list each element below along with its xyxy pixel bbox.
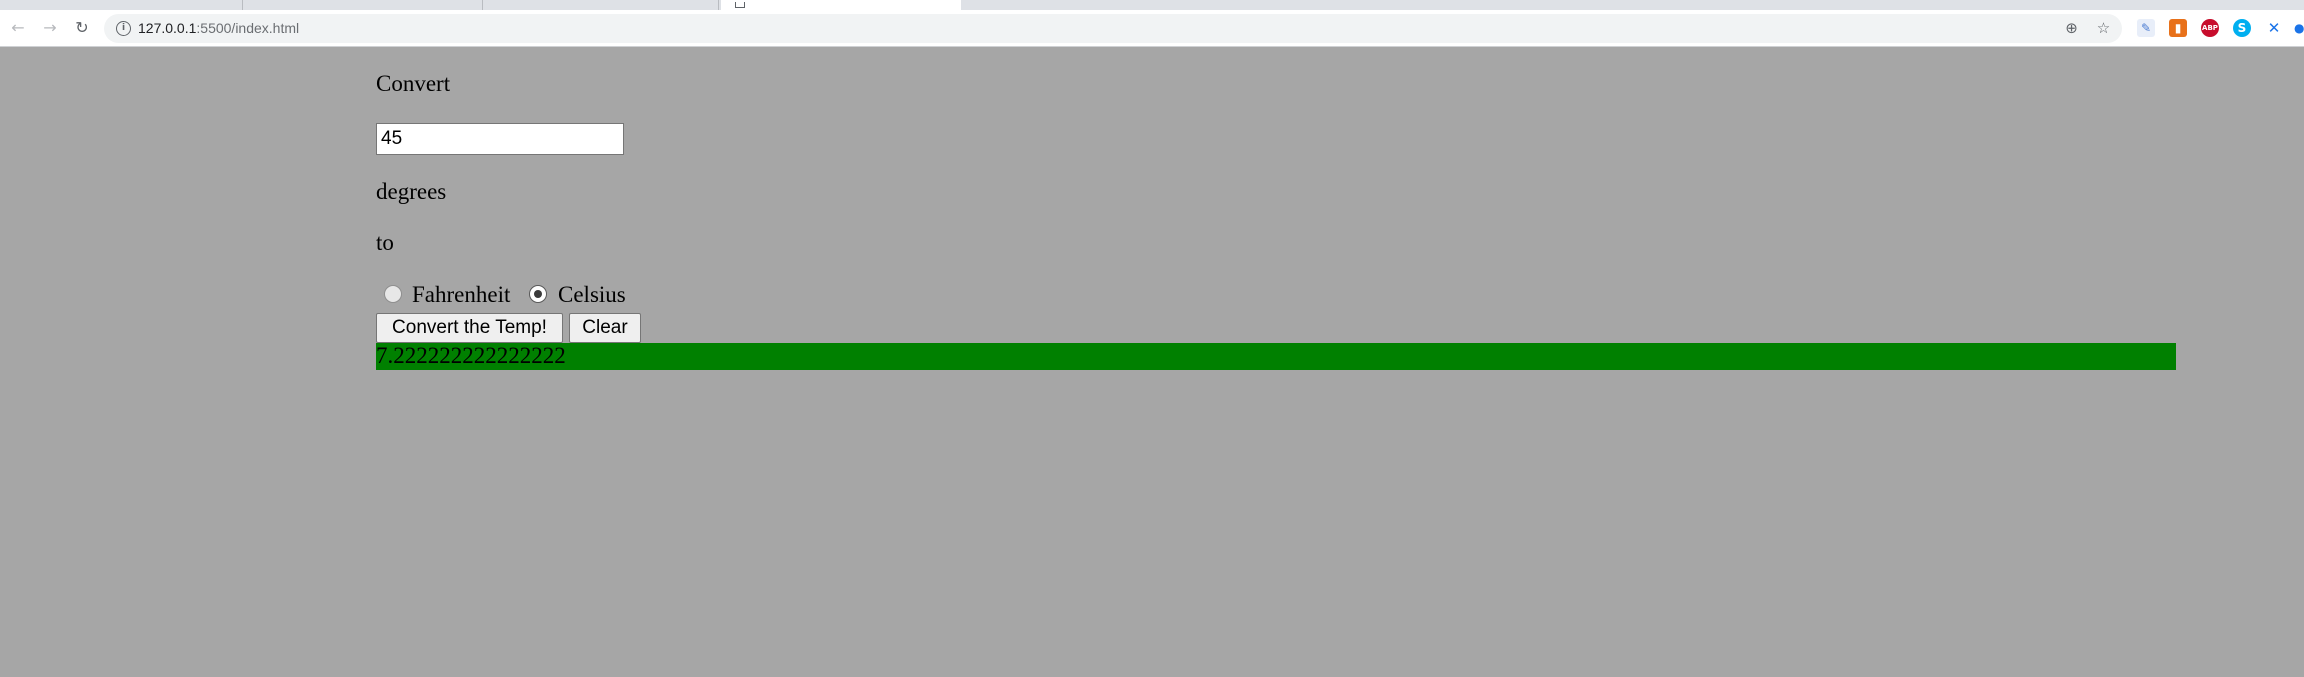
browser-tab[interactable]	[483, 0, 719, 10]
page-body: Convert degrees to Fahrenheit Celsius Co…	[0, 47, 2304, 677]
clear-button[interactable]: Clear	[569, 313, 641, 343]
info-icon[interactable]: i	[116, 21, 131, 36]
url-path: :5500/index.html	[196, 20, 300, 36]
back-arrow-icon[interactable]: ←	[8, 18, 28, 38]
extension-icon-partial[interactable]: ●	[2294, 19, 2304, 37]
zoom-icon[interactable]: ⊕	[2062, 19, 2081, 38]
degrees-label: degrees	[376, 179, 447, 204]
celsius-radio[interactable]	[529, 285, 547, 303]
tab-strip	[0, 0, 2304, 10]
star-icon[interactable]: ☆	[2094, 19, 2113, 38]
radio-dot	[533, 289, 542, 298]
browser-toolbar: ← → ↻ i 127.0.0.1:5500/index.html ⊕ ☆ ✎ …	[0, 10, 2304, 47]
forward-arrow-icon[interactable]: →	[40, 18, 60, 38]
page-icon	[735, 2, 745, 8]
skype-icon[interactable]: S	[2233, 19, 2251, 37]
result-output: 7.222222222222222	[376, 343, 2176, 370]
tools-extension-icon[interactable]: ✕	[2265, 19, 2283, 37]
fahrenheit-label[interactable]: Fahrenheit	[412, 281, 510, 309]
celsius-label[interactable]: Celsius	[558, 281, 626, 309]
to-label: to	[376, 230, 394, 255]
temperature-input[interactable]	[376, 123, 624, 155]
convert-button[interactable]: Convert the Temp!	[376, 313, 563, 343]
adblock-plus-icon[interactable]: ABP	[2201, 19, 2219, 37]
convert-label: Convert	[376, 71, 451, 96]
browser-tab[interactable]	[0, 0, 243, 10]
office-extension-icon[interactable]: ▮	[2169, 19, 2187, 37]
url-text[interactable]: 127.0.0.1:5500/index.html	[138, 14, 299, 43]
fahrenheit-radio[interactable]	[384, 285, 402, 303]
reload-icon[interactable]: ↻	[72, 18, 92, 38]
browser-tab-active[interactable]	[721, 0, 961, 10]
notes-extension-icon[interactable]: ✎	[2137, 19, 2155, 37]
address-bar[interactable]: i 127.0.0.1:5500/index.html ⊕ ☆	[104, 14, 2122, 43]
browser-tab[interactable]	[243, 0, 483, 10]
url-host: 127.0.0.1	[138, 20, 197, 36]
